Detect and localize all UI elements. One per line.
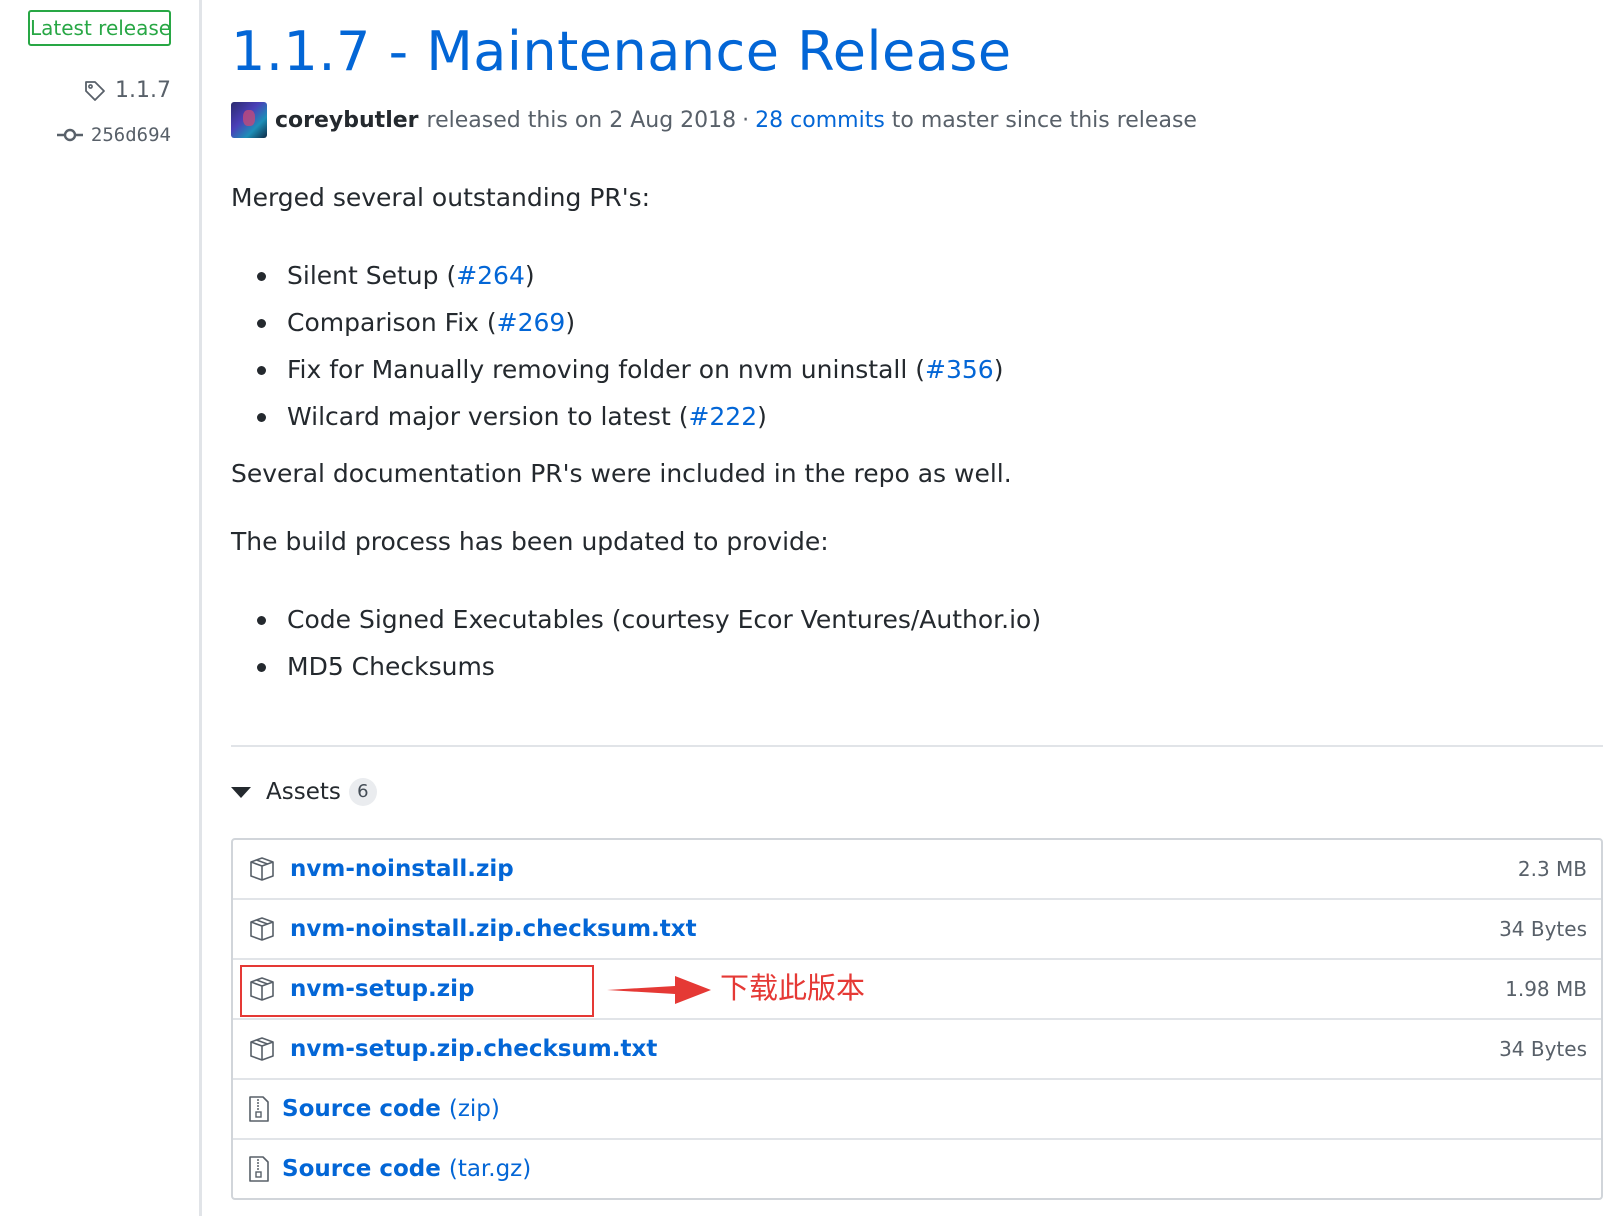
- asset-row: nvm-noinstall.zip 2.3 MB: [233, 840, 1601, 898]
- asset-size: 34 Bytes: [1499, 1037, 1587, 1061]
- source-code-label: Source code: [282, 1156, 441, 1182]
- asset-row: Source code (tar.gz): [233, 1138, 1601, 1198]
- latest-release-badge: Latest release: [28, 10, 171, 46]
- list-item: Code Signed Executables (courtesy Ecor V…: [231, 602, 1561, 649]
- list-item: Fix for Manually removing folder on nvm …: [231, 352, 1561, 399]
- build-list: Code Signed Executables (courtesy Ecor V…: [231, 592, 1561, 696]
- list-item-close: ): [565, 308, 576, 337]
- source-code-targz-link[interactable]: Source code (tar.gz): [282, 1156, 531, 1182]
- assets-count-badge: 6: [348, 778, 377, 806]
- file-zip-icon: [248, 1095, 270, 1123]
- commit-sha: 256d694: [90, 124, 171, 146]
- file-zip-icon: [248, 1155, 270, 1183]
- annotation-text: 下载此版本: [720, 971, 866, 1005]
- list-item-text: Fix for Manually removing folder on nvm …: [287, 355, 926, 384]
- sidebar-divider: [199, 0, 202, 1216]
- release-notes: Merged several outstanding PR's: Silent …: [231, 180, 1561, 696]
- list-item-close: ): [757, 402, 767, 431]
- assets-list: nvm-noinstall.zip 2.3 MB nvm-noinstall.z…: [231, 838, 1603, 1200]
- list-item: Silent Setup (#264): [231, 258, 1561, 305]
- merged-intro: Merged several outstanding PR's:: [231, 183, 651, 212]
- commit-icon: [56, 127, 83, 143]
- list-item-text: Comparison Fix (: [287, 308, 497, 337]
- release-sidebar: Latest release 1.1.7 256d694: [0, 0, 200, 1216]
- asset-row: Source code (zip): [233, 1078, 1601, 1138]
- assets-label: Assets: [266, 779, 341, 805]
- pr-link-269[interactable]: #269: [497, 308, 566, 337]
- asset-link-nvm-noinstall-checksum[interactable]: nvm-noinstall.zip.checksum.txt: [290, 916, 697, 942]
- package-icon: [248, 915, 276, 943]
- list-item-close: ): [993, 355, 1004, 384]
- author-link[interactable]: coreybutler: [275, 108, 419, 133]
- release-byline: coreybutler released this on 2 Aug 2018 …: [231, 102, 1197, 138]
- source-code-label: Source code: [282, 1096, 441, 1122]
- source-code-suffix: (tar.gz): [448, 1156, 532, 1182]
- build-intro: The build process has been updated to pr…: [231, 527, 829, 556]
- commit-link[interactable]: 256d694: [56, 124, 171, 146]
- list-item-close: ): [524, 261, 535, 290]
- asset-size: 34 Bytes: [1499, 917, 1587, 941]
- source-code-suffix: (zip): [448, 1096, 500, 1122]
- author-avatar[interactable]: [231, 102, 267, 138]
- source-code-zip-link[interactable]: Source code (zip): [282, 1096, 500, 1122]
- asset-link-nvm-noinstall-zip[interactable]: nvm-noinstall.zip: [290, 856, 514, 882]
- pr-link-264[interactable]: #264: [456, 261, 525, 290]
- release-title[interactable]: 1.1.7 - Maintenance Release: [231, 20, 1012, 83]
- tag-label: 1.1.7: [115, 78, 171, 103]
- assets-divider: [231, 745, 1603, 747]
- list-item: Comparison Fix (#269): [231, 305, 1561, 352]
- asset-link-nvm-setup-checksum[interactable]: nvm-setup.zip.checksum.txt: [290, 1036, 657, 1062]
- list-item: MD5 Checksums: [231, 649, 1561, 696]
- byline-separator: ·: [742, 107, 750, 133]
- pr-list: Silent Setup (#264) Comparison Fix (#269…: [231, 248, 1561, 456]
- caret-down-icon: [231, 786, 251, 798]
- commits-link[interactable]: 28 commits: [755, 108, 885, 133]
- released-text: released this on 2 Aug 2018: [426, 107, 737, 133]
- asset-row: nvm-setup.zip 1.98 MB 下载此版本: [233, 958, 1601, 1018]
- package-icon: [248, 1035, 276, 1063]
- tag-icon: [83, 79, 107, 103]
- assets-toggle[interactable]: Assets 6: [231, 778, 377, 806]
- asset-size: 2.3 MB: [1517, 857, 1587, 881]
- asset-link-nvm-setup-zip[interactable]: nvm-setup.zip: [290, 976, 474, 1002]
- commits-suffix: to master since this release: [891, 107, 1197, 133]
- asset-row: nvm-noinstall.zip.checksum.txt 34 Bytes: [233, 898, 1601, 958]
- annotation-arrow-icon: [605, 972, 713, 1008]
- package-icon: [248, 975, 276, 1003]
- package-icon: [248, 855, 276, 883]
- list-item-text: Wilcard major version to latest (: [287, 402, 689, 431]
- asset-size: 1.98 MB: [1505, 977, 1587, 1001]
- docs-note: Several documentation PR's were included…: [231, 459, 1012, 488]
- list-item-text: Silent Setup (: [287, 261, 457, 290]
- pr-link-222[interactable]: #222: [688, 402, 757, 431]
- asset-row: nvm-setup.zip.checksum.txt 34 Bytes: [233, 1018, 1601, 1078]
- pr-link-356[interactable]: #356: [925, 355, 994, 384]
- tag-link[interactable]: 1.1.7: [83, 78, 171, 103]
- list-item: Wilcard major version to latest (#222): [231, 399, 1561, 446]
